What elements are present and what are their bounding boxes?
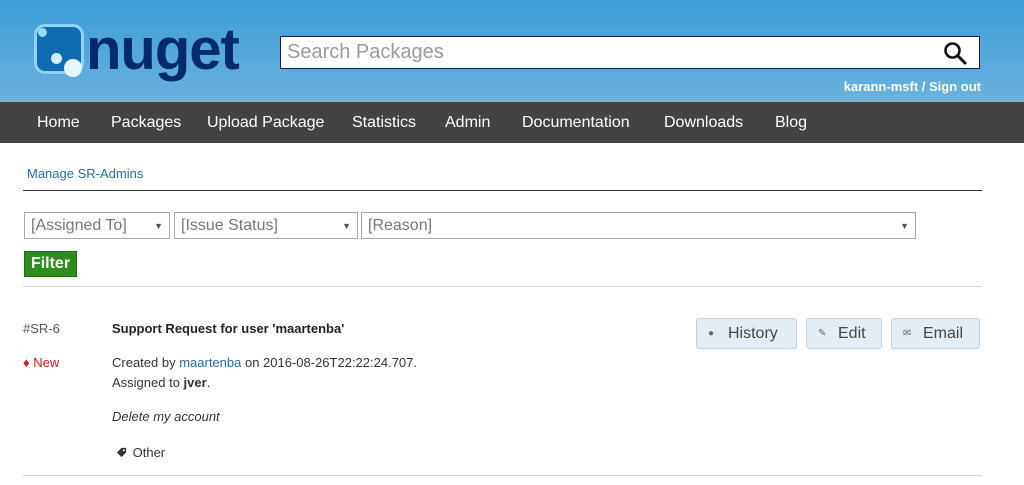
assigned-to-name: jver [183, 375, 207, 390]
nav-item-packages[interactable]: Packages [111, 102, 181, 143]
site-header: nuget karann-msft / Sign out [0, 0, 1024, 102]
tag-icon [116, 447, 127, 458]
issue-reason: Other [116, 445, 165, 460]
nav-item-upload-package[interactable]: Upload Package [207, 102, 324, 143]
search-icon[interactable] [943, 41, 967, 65]
user-separator: / [918, 79, 929, 94]
email-label: Email [923, 325, 964, 342]
nav-item-home[interactable]: Home [37, 102, 80, 143]
issue-assigned-line: Assigned to jver. [112, 375, 210, 390]
chevron-down-icon: ▼ [900, 221, 909, 231]
issue-created-line: Created by maartenba on 2016-08-26T22:22… [112, 355, 417, 370]
list-divider-bottom [23, 475, 982, 476]
user-info: karann-msft / Sign out [844, 79, 981, 94]
list-divider-top [23, 286, 982, 287]
nav-item-blog[interactable]: Blog [775, 102, 807, 143]
assigned-suffix: . [206, 375, 211, 390]
user-name-link[interactable]: karann-msft [844, 79, 918, 94]
chevron-down-icon: ▼ [154, 221, 163, 231]
diamond-icon: ♦ [23, 355, 30, 370]
created-suffix: on 2016-08-26T22:22:24.707. [241, 355, 417, 370]
edit-button[interactable]: ✎ Edit [806, 318, 882, 349]
manage-sr-admins-link[interactable]: Manage SR-Admins [27, 166, 143, 181]
assigned-prefix: Assigned to [112, 375, 184, 390]
status-label: New [33, 355, 60, 370]
nav-item-admin[interactable]: Admin [445, 102, 490, 143]
clock-icon: ● [708, 328, 715, 339]
reason-value: [Reason] [368, 217, 433, 234]
nav-item-documentation[interactable]: Documentation [522, 102, 630, 143]
assigned-to-select[interactable]: [Assigned To] ▼ [24, 212, 170, 239]
nuget-logo[interactable]: nuget [26, 17, 256, 86]
nuget-logo-icon [34, 24, 84, 77]
pencil-icon: ✎ [818, 328, 827, 339]
created-prefix: Created by [112, 355, 180, 370]
envelope-icon: ✉ [903, 328, 912, 339]
reason-label: Other [132, 445, 166, 460]
chevron-down-icon: ▼ [342, 221, 351, 231]
filter-button[interactable]: Filter [24, 251, 77, 277]
search-bar [280, 36, 980, 69]
status-badge: ♦ New [23, 355, 59, 370]
issue-title: Support Request for user 'maartenba' [112, 321, 345, 336]
edit-label: Edit [838, 325, 866, 342]
issue-status-value: [Issue Status] [181, 217, 278, 234]
issue-id: #SR-6 [23, 321, 60, 336]
reason-select[interactable]: [Reason] ▼ [361, 212, 916, 239]
history-label: History [728, 325, 778, 342]
search-input[interactable] [287, 37, 927, 68]
created-by-link[interactable]: maartenba [179, 355, 241, 370]
main-nav: Home Packages Upload Package Statistics … [0, 102, 1024, 143]
section-divider [23, 190, 982, 191]
nav-item-statistics[interactable]: Statistics [352, 102, 416, 143]
history-button[interactable]: ● History [696, 318, 797, 349]
issue-status-select[interactable]: [Issue Status] ▼ [174, 212, 358, 239]
issue-comment: Delete my account [112, 409, 220, 424]
sign-out-link[interactable]: Sign out [929, 79, 981, 94]
logo-text: nuget [86, 17, 240, 82]
email-button[interactable]: ✉ Email [891, 318, 980, 349]
nav-item-downloads[interactable]: Downloads [664, 102, 743, 143]
assigned-to-value: [Assigned To] [31, 217, 127, 234]
